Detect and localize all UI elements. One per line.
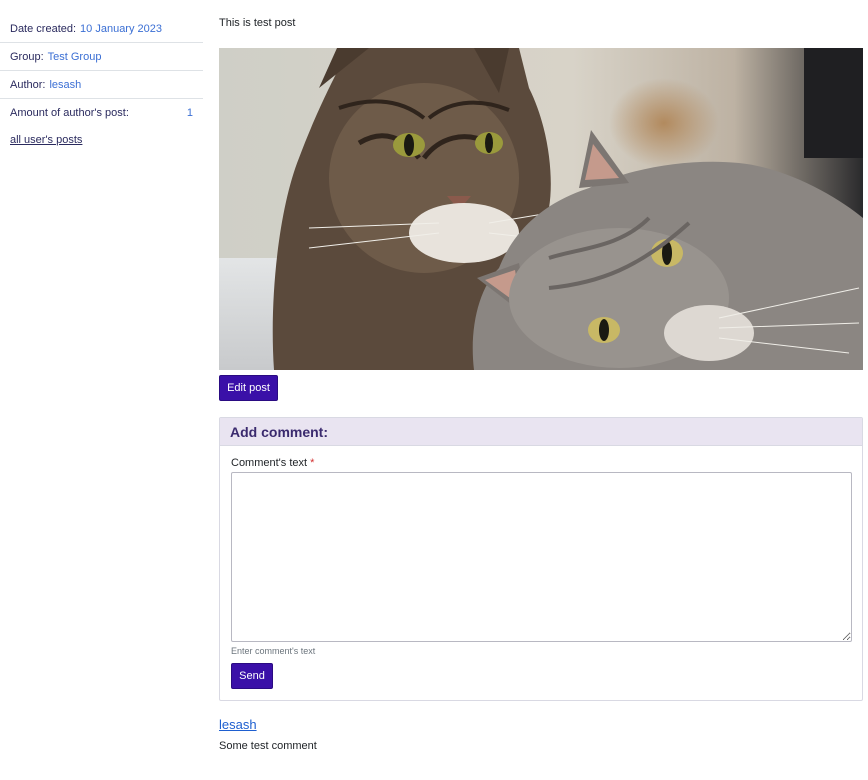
post-info-sidebar: Date created: 10 January 2023 Group: Tes… [0, 15, 203, 153]
comment-text-label-text: Comment's text [231, 457, 308, 469]
amount-row: Amount of author's post: 1 [0, 99, 203, 127]
amount-value: 1 [186, 107, 193, 119]
amount-label: Amount of author's post: [10, 107, 129, 119]
date-created-label: Date created: [10, 22, 77, 35]
all-user-posts-link[interactable]: all user's posts [0, 127, 203, 153]
group-link[interactable]: Test Group [48, 51, 102, 63]
group-row: Group: Test Group [0, 43, 203, 71]
post-text: This is test post [219, 17, 296, 29]
add-comment-header: Add comment: [220, 418, 862, 446]
required-mark: * [310, 457, 315, 469]
date-created-value: 10 January 2023 [80, 22, 162, 35]
comment-help-text: Enter comment's text [231, 646, 316, 656]
cats-photo [219, 48, 863, 370]
author-link[interactable]: lesash [49, 79, 81, 91]
comment-textarea[interactable] [231, 472, 852, 642]
date-created-row: Date created: 10 January 2023 [0, 15, 203, 43]
post-image [219, 48, 863, 370]
add-comment-card: Add comment: Comment's text * Enter comm… [219, 417, 863, 701]
send-comment-button[interactable]: Send [231, 663, 273, 689]
group-label: Group: [10, 50, 44, 63]
author-label: Author: [10, 78, 46, 91]
comment-text-label: Comment's text * [231, 457, 314, 469]
edit-post-button[interactable]: Edit post [219, 375, 278, 401]
author-row: Author: lesash [0, 71, 203, 99]
comment-text: Some test comment [219, 740, 317, 752]
comment-author-link[interactable]: lesash [219, 717, 257, 732]
